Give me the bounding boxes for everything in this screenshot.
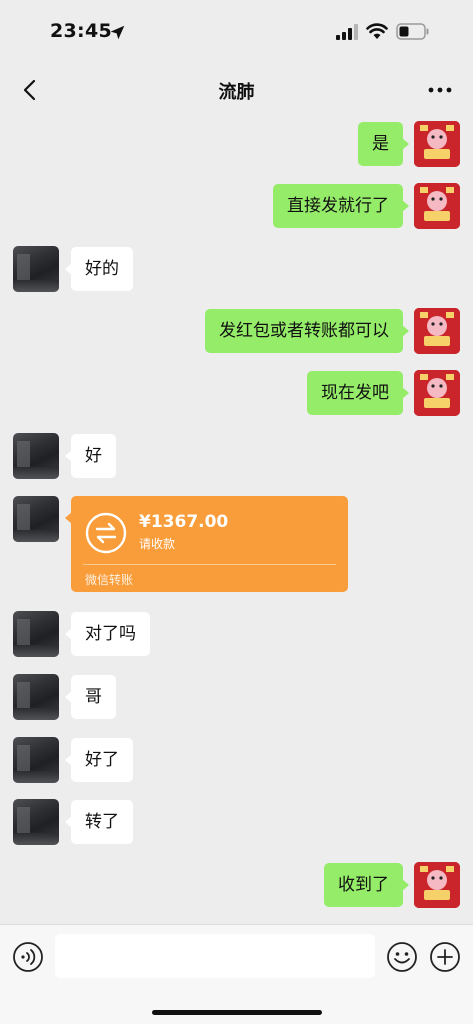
home-indicator	[152, 1010, 322, 1015]
avatar-self-image	[414, 308, 460, 354]
transfer-card[interactable]: ¥1367.00 请收款 微信转账	[65, 496, 348, 592]
wifi-icon	[366, 23, 388, 39]
input-bar	[0, 924, 473, 1024]
message-bubble-self[interactable]: 收到了	[324, 863, 409, 907]
transfer-amount: ¥1367.00	[139, 512, 229, 532]
cellular-signal-icon	[336, 24, 358, 40]
chat-header: 流肺	[0, 62, 473, 118]
message-bubble-peer[interactable]: 好的	[65, 247, 133, 291]
avatar-peer[interactable]	[13, 246, 59, 292]
avatar-peer[interactable]	[13, 611, 59, 657]
message-bubble-peer[interactable]: 对了吗	[65, 612, 150, 656]
avatar-self-image	[414, 183, 460, 229]
message-bubble-peer[interactable]: 哥	[65, 675, 116, 719]
transfer-divider	[83, 564, 336, 565]
transfer-arrows-icon	[85, 512, 127, 554]
message-bubble-peer[interactable]: 好了	[65, 738, 133, 782]
transfer-footer-label: 微信转账	[85, 573, 134, 587]
avatar-peer[interactable]	[13, 737, 59, 783]
transfer-status: 请收款	[139, 537, 176, 551]
plus-icon[interactable]	[429, 941, 461, 973]
avatar-self-image	[414, 862, 460, 908]
avatar-peer[interactable]	[13, 433, 59, 479]
status-bar: 23:45	[0, 0, 473, 62]
avatar-self-image	[414, 121, 460, 167]
chat-title: 流肺	[218, 82, 255, 103]
message-bubble-self[interactable]: 发红包或者转账都可以	[205, 309, 409, 353]
avatar-self[interactable]	[414, 370, 460, 416]
message-input[interactable]	[55, 934, 375, 978]
avatar-peer[interactable]	[13, 674, 59, 720]
more-dots-icon[interactable]	[426, 78, 454, 102]
avatar-self[interactable]	[414, 183, 460, 229]
avatar-self[interactable]	[414, 121, 460, 167]
message-bubble-self[interactable]: 是	[358, 122, 409, 166]
emoji-icon[interactable]	[386, 941, 418, 973]
avatar-peer[interactable]	[13, 496, 59, 542]
message-bubble-self[interactable]: 现在发吧	[307, 371, 409, 415]
battery-icon	[396, 23, 429, 40]
avatar-self[interactable]	[414, 862, 460, 908]
voice-icon[interactable]	[12, 941, 44, 973]
status-time: 23:45	[50, 20, 112, 42]
message-bubble-peer[interactable]: 好	[65, 434, 116, 478]
message-bubble-self[interactable]: 直接发就行了	[273, 184, 409, 228]
avatar-self-image	[414, 370, 460, 416]
avatar-self[interactable]	[414, 308, 460, 354]
message-bubble-peer[interactable]: 转了	[65, 800, 133, 844]
avatar-peer[interactable]	[13, 799, 59, 845]
location-arrow-icon	[110, 25, 125, 40]
